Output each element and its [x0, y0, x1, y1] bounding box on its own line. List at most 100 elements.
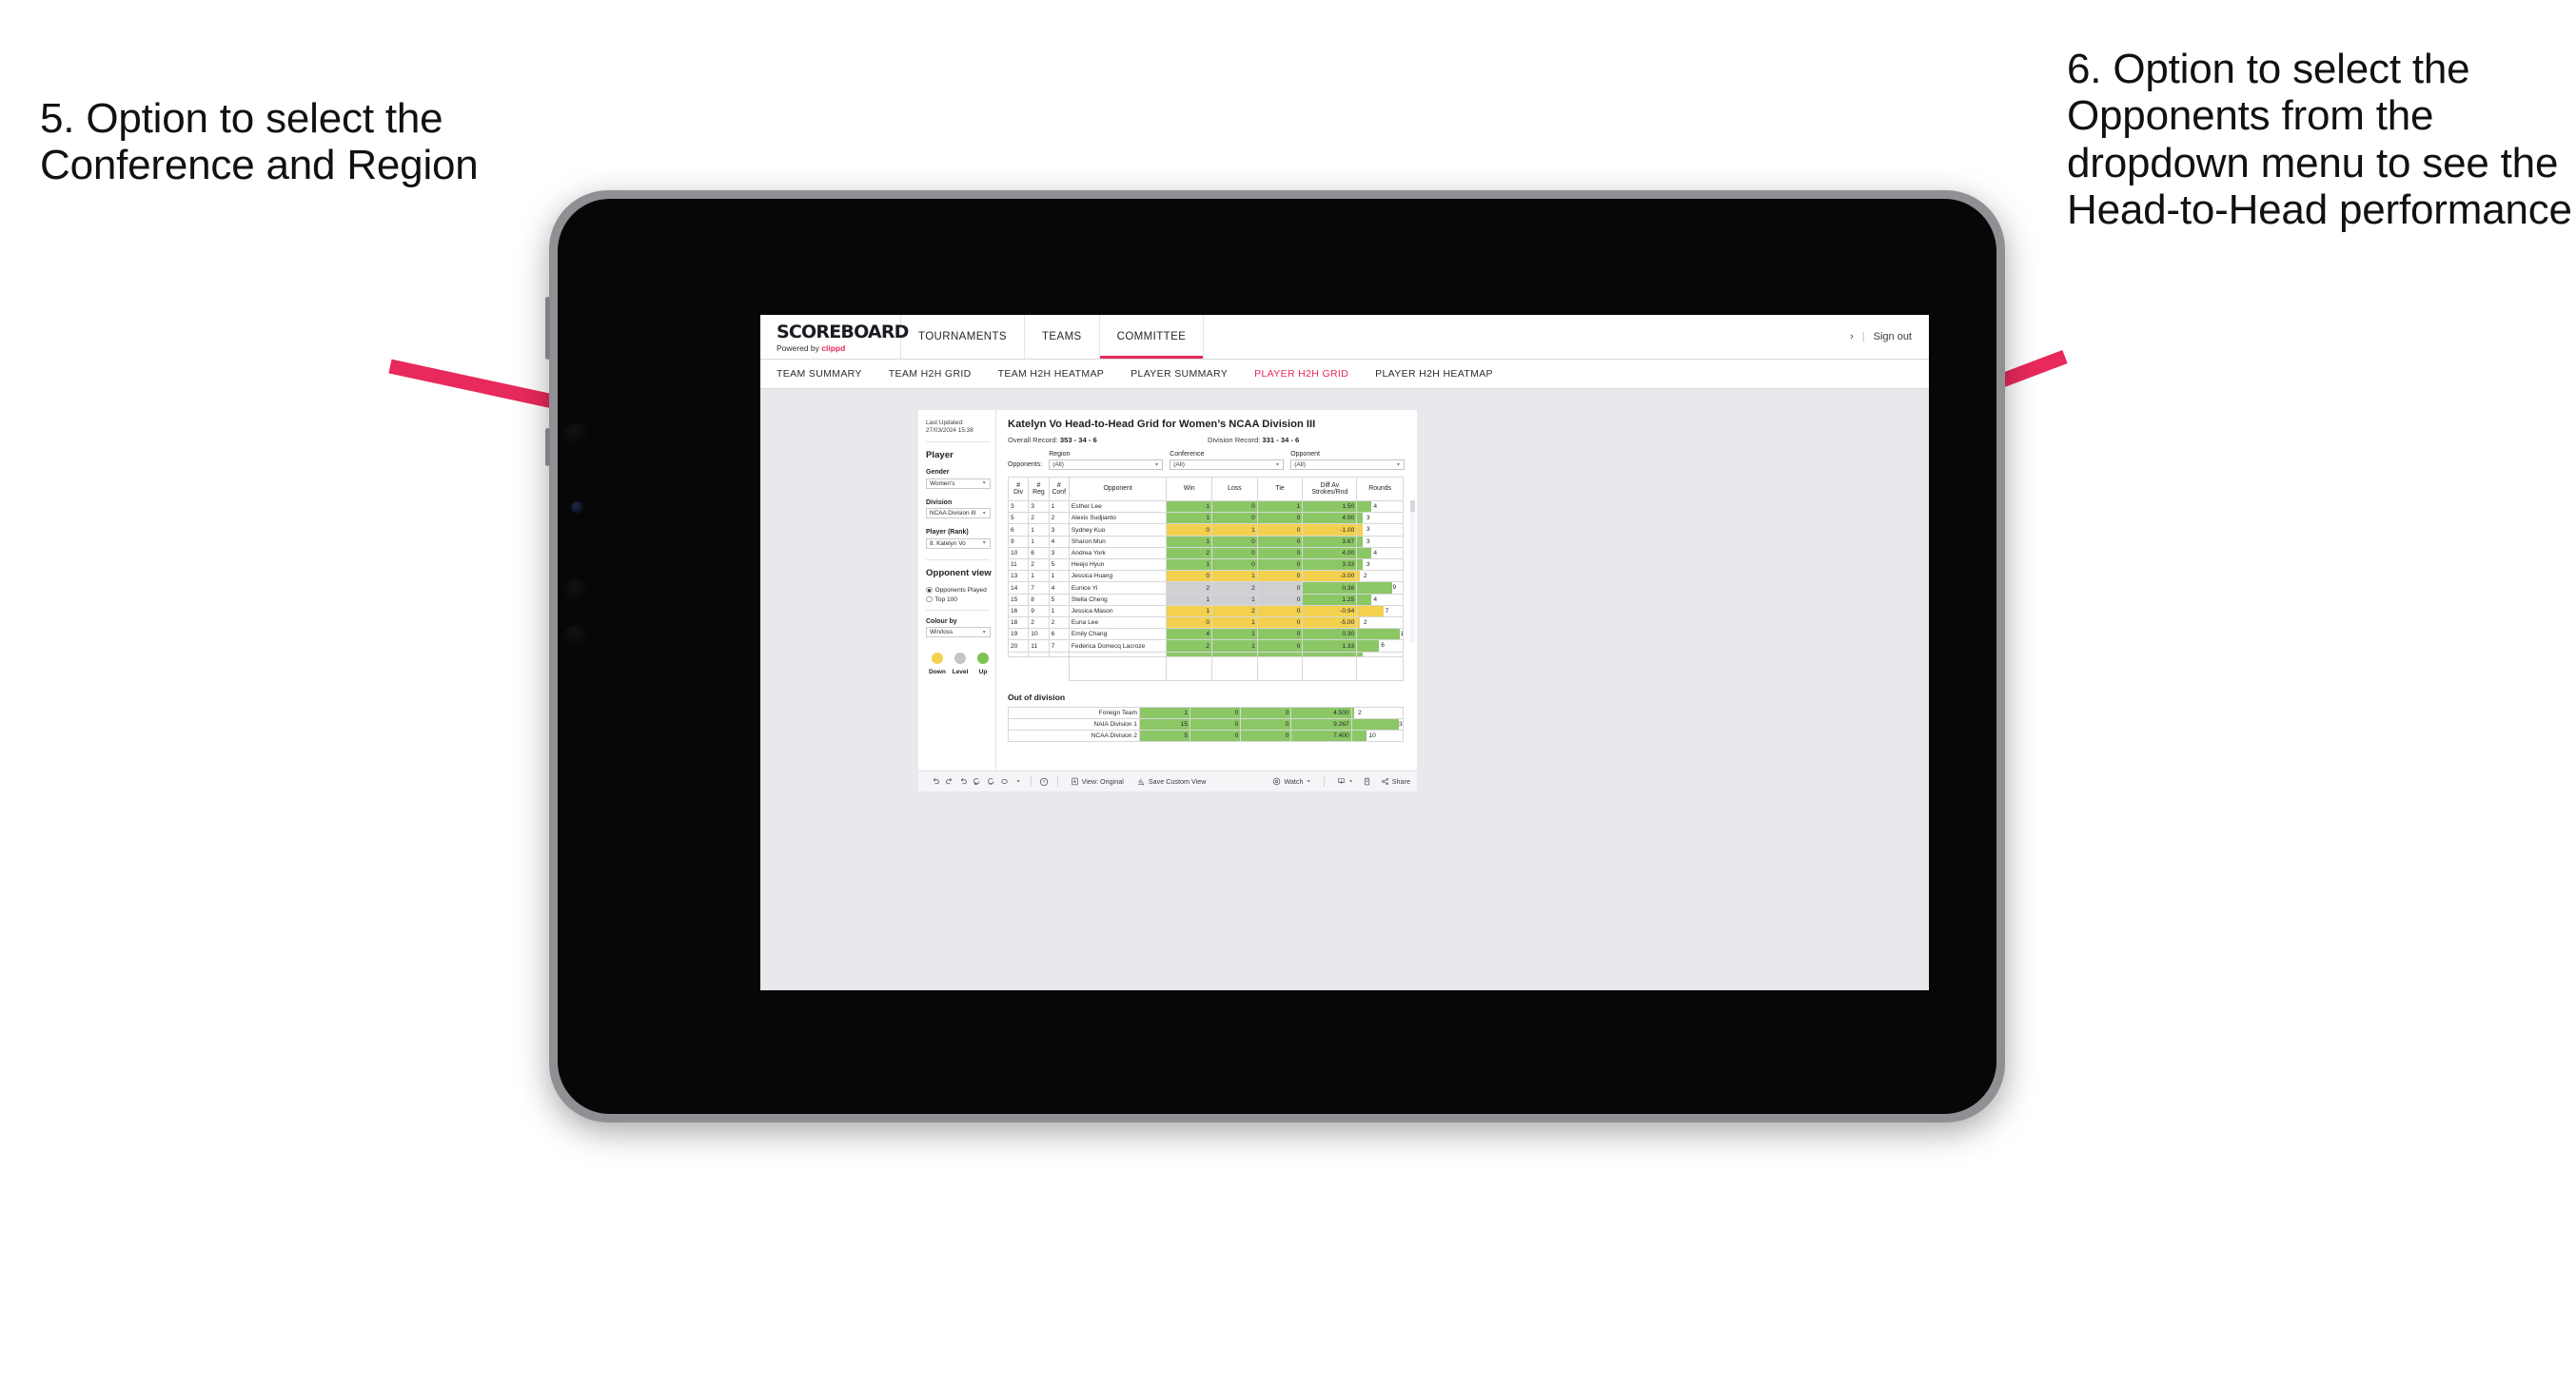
watch-button[interactable]: Watch ▼ — [1266, 777, 1318, 786]
subnav-player-summary[interactable]: PLAYER SUMMARY — [1131, 368, 1241, 380]
radio-top-100[interactable]: Top 100 — [926, 596, 995, 603]
powered-by-text: Powered by — [777, 342, 819, 353]
col-reg[interactable]: # Reg — [1028, 477, 1050, 501]
filter-region-select[interactable]: (All) ▼ — [1049, 459, 1164, 470]
sign-out-link[interactable]: Sign out — [1874, 331, 1912, 342]
cell-conf: 1 — [1048, 570, 1070, 583]
table-row[interactable]: 5 2 2 Alexis Sudjianto 1 0 0 4.00 3 — [1007, 512, 1404, 525]
volume-button[interactable] — [545, 428, 550, 466]
undo-icon[interactable] — [929, 777, 942, 786]
chevron-right-icon[interactable]: › — [1850, 331, 1854, 342]
table-row[interactable]: 13 1 1 Jessica Huang 0 1 0 -3.00 2 — [1007, 570, 1404, 583]
out-of-division-row[interactable]: NAIA Division 115009.26730 — [1008, 717, 1405, 732]
table-row[interactable]: 3 3 1 Esther Lee 1 0 1 1.50 4 — [1007, 499, 1404, 514]
table-row[interactable]: 15 8 5 Stella Cheng 1 1 0 1.25 4 — [1007, 593, 1404, 606]
cell-reg: 3 — [1028, 499, 1050, 514]
download-button[interactable]: ▼ — [1330, 777, 1360, 786]
annotation-right: 6. Option to select the Opponents from t… — [2067, 46, 2572, 233]
workbook-canvas: Last Updated: 27/03/2024 15:38 Player Ge… — [760, 390, 1929, 990]
viz-main: Katelyn Vo Head-to-Head Grid for Women’s… — [996, 410, 1417, 771]
cell-loss: 0 — [1211, 546, 1258, 560]
zoom-icon[interactable] — [997, 777, 1011, 786]
save-custom-view-button[interactable]: Save Custom View — [1131, 777, 1213, 786]
share-button[interactable]: Share — [1374, 777, 1417, 786]
refresh-icon[interactable] — [970, 777, 983, 786]
cell-opponent: Jessica Mason — [1068, 604, 1168, 618]
col-loss[interactable]: Loss — [1211, 477, 1258, 501]
alert-icon[interactable] — [1037, 777, 1051, 787]
h2h-grid-table: # Div # Reg # Conf Opponent Win Loss Tie Di… — [1007, 477, 1404, 681]
table-row[interactable]: 18 2 2 Euna Lee 0 1 0 -5.00 2 — [1007, 616, 1404, 630]
brand-name: SCOREBOARD — [777, 321, 909, 342]
cell-tie: 0 — [1240, 730, 1292, 743]
fullscreen-icon[interactable] — [1360, 777, 1373, 786]
radio-opponents-played[interactable]: Opponents Played — [926, 587, 995, 594]
table-row[interactable]: 6 1 3 Sydney Kuo 0 1 0 -1.00 3 — [1007, 523, 1404, 537]
cell-diff: 9.267 — [1290, 717, 1352, 732]
nav-teams[interactable]: TEAMS — [1025, 315, 1100, 359]
subnav-player-h2h-heatmap[interactable]: PLAYER H2H HEATMAP — [1375, 368, 1506, 380]
table-row[interactable]: 14 7 4 Eunice Yi 2 2 0 0.38 9 — [1007, 581, 1404, 595]
cell-win: 4 — [1166, 628, 1213, 641]
power-button[interactable] — [545, 297, 550, 360]
radio-top-100-label: Top 100 — [934, 595, 957, 603]
table-row[interactable]: 20 11 7 Federica Domecq Lacroze 2 1 0 1.33 6 — [1007, 639, 1404, 653]
filter-region-label: Region — [1049, 451, 1071, 458]
nav-committee[interactable]: COMMITTEE — [1099, 315, 1205, 359]
cell-diff: 7.400 — [1290, 730, 1352, 743]
table-row[interactable]: 16 9 1 Jessica Mason 1 2 0 -0.94 7 — [1007, 604, 1404, 618]
pause-icon[interactable] — [984, 777, 997, 786]
cell-win: 1 — [1166, 593, 1213, 606]
player-rank-select[interactable]: 8. Katelyn Vo ▼ — [926, 537, 991, 549]
cell-loss: 0 — [1211, 558, 1258, 572]
table-row[interactable]: 9 1 4 Sharon Mun 1 0 0 3.67 3 — [1007, 535, 1404, 548]
col-win[interactable]: Win — [1166, 477, 1213, 501]
cell-opponent: Eunice Yi — [1068, 581, 1168, 595]
view-original-button[interactable]: View: Original — [1064, 777, 1131, 786]
table-row[interactable]: 19106Emily Chang4100.3011 — [1007, 628, 1404, 641]
cell-div: 9 — [1007, 535, 1030, 548]
redo-icon[interactable] — [942, 777, 955, 786]
out-of-division-row[interactable]: NCAA Division 2 5 0 0 7.400 10 — [1008, 730, 1405, 743]
col-tie[interactable]: Tie — [1256, 477, 1304, 501]
annotation-left: 5. Option to select the Conference and R… — [40, 95, 479, 189]
col-rounds[interactable]: Rounds — [1356, 477, 1404, 501]
col-conf[interactable]: # Conf — [1048, 477, 1070, 501]
out-of-division-table: Foreign Team 1 0 0 4.500 2 NAIA Division 1 15 0 0… — [1008, 706, 1405, 743]
toolbar-divider-1 — [1031, 776, 1032, 787]
table-scrollbar[interactable] — [1410, 500, 1415, 643]
chevron-down-icon[interactable]: ▼ — [1012, 779, 1025, 785]
cell-div: 10 — [1007, 546, 1030, 560]
cell-rounds: 2 — [1350, 706, 1405, 719]
out-of-division-row[interactable]: Foreign Team 1 0 0 4.500 2 — [1008, 706, 1405, 719]
revert-icon[interactable] — [956, 777, 970, 786]
cell-diff: 0.38 — [1302, 581, 1358, 595]
subnav-team-h2h-heatmap[interactable]: TEAM H2H HEATMAP — [998, 368, 1118, 380]
opponents-label: Opponents: — [1008, 461, 1043, 468]
table-row[interactable]: 11 2 5 Heejo Hyun 1 0 0 3.33 3 — [1007, 558, 1404, 572]
cell-loss: 0 — [1190, 730, 1242, 743]
table-row[interactable]: 10 6 3 Andrea York 2 0 0 4.00 4 — [1007, 546, 1404, 560]
subnav-team-summary[interactable]: TEAM SUMMARY — [777, 368, 875, 380]
cell-opponent: Heejo Hyun — [1068, 558, 1168, 572]
overall-record-label: Overall Record: — [1008, 436, 1058, 444]
division-value: NCAA Division III — [930, 510, 976, 517]
scrollbar-thumb[interactable] — [1410, 500, 1415, 512]
division-select[interactable]: NCAA Division III ▼ — [926, 508, 991, 518]
col-diff[interactable]: Diff Av Strokes/Rnd — [1302, 477, 1358, 501]
colour-by-select[interactable]: Win/loss ▼ — [926, 627, 991, 637]
radio-icon-selected — [926, 586, 933, 594]
filter-conference-select[interactable]: (All) ▼ — [1170, 459, 1285, 470]
brand-logo[interactable]: SCOREBOARD Powered by clippd — [760, 315, 909, 359]
sidebar-divider-1 — [926, 441, 990, 442]
subnav-player-h2h-grid[interactable]: PLAYER H2H GRID — [1254, 368, 1362, 380]
gender-value: Women’s — [930, 479, 955, 487]
col-opponent[interactable]: Opponent — [1068, 477, 1168, 501]
col-div[interactable]: # Div — [1007, 477, 1030, 501]
nav-tournaments[interactable]: TOURNAMENTS — [901, 315, 1025, 359]
gender-select[interactable]: Women’s ▼ — [926, 478, 991, 489]
cell-reg: 9 — [1028, 604, 1050, 618]
nav-tournaments-label: TOURNAMENTS — [918, 331, 1007, 342]
subnav-team-h2h-grid[interactable]: TEAM H2H GRID — [889, 368, 985, 380]
filter-opponent-select[interactable]: (All) ▼ — [1290, 459, 1406, 470]
